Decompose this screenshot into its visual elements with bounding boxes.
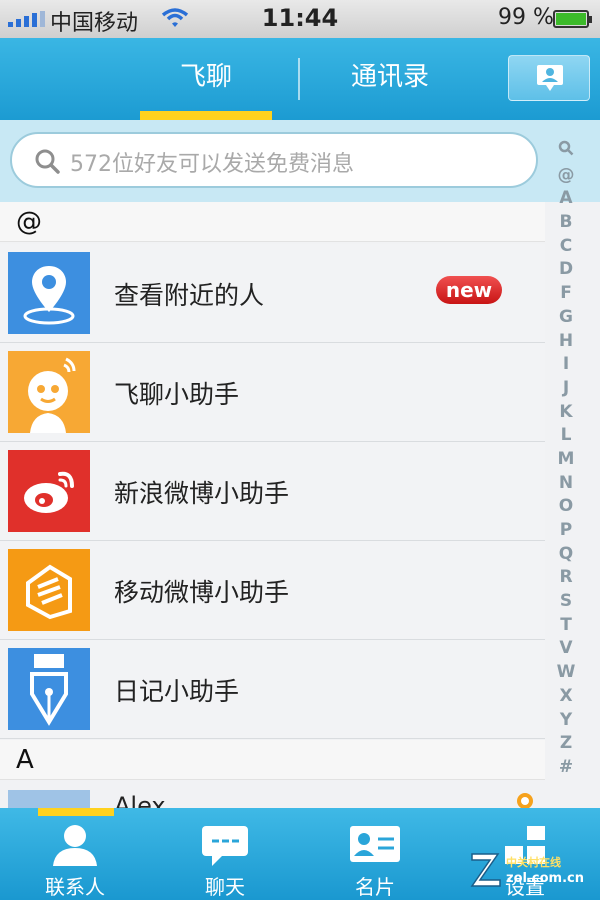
index-search-icon[interactable]	[553, 140, 579, 164]
chat-bubble-icon	[202, 826, 248, 866]
list-item-label: 飞聊小助手	[114, 380, 240, 409]
index-letter[interactable]: F	[553, 282, 579, 306]
mobile-weibo-icon	[8, 549, 90, 631]
index-letter[interactable]: L	[553, 424, 579, 448]
active-tab-indicator	[38, 808, 114, 816]
header-bar: 飞聊 通讯录	[0, 38, 600, 120]
index-letter[interactable]: I	[553, 353, 579, 377]
index-letter[interactable]: K	[553, 401, 579, 425]
tab-chat[interactable]: 聊天	[150, 808, 300, 900]
index-letter[interactable]: N	[553, 472, 579, 496]
active-tab-indicator	[140, 111, 272, 120]
zol-watermark: 中关村在线 zol.com.cn	[470, 850, 595, 890]
index-letter[interactable]: T	[553, 614, 579, 638]
person-icon	[53, 825, 97, 866]
index-letter[interactable]: #	[553, 756, 579, 780]
list-item-alex[interactable]: Alex	[0, 782, 545, 808]
index-letter[interactable]: R	[553, 566, 579, 590]
new-badge: new	[436, 276, 502, 304]
tab-business-card[interactable]: 名片	[300, 808, 450, 900]
weibo-icon	[8, 450, 90, 532]
section-header-a: A	[0, 740, 545, 780]
index-letter[interactable]: Z	[553, 732, 579, 756]
index-letter[interactable]: P	[553, 519, 579, 543]
index-letter[interactable]: M	[553, 448, 579, 472]
battery-percent: 99 %	[498, 5, 554, 30]
battery-icon	[553, 10, 592, 28]
list-item-label: 移动微博小助手	[114, 578, 290, 607]
tab-divider	[298, 58, 300, 100]
search-placeholder: 572位好友可以发送免费消息	[70, 152, 354, 177]
list-item-feiliao-assistant[interactable]: 飞聊小助手	[0, 343, 545, 442]
avatar	[8, 790, 90, 808]
list-item-label: 新浪微博小助手	[114, 479, 290, 508]
index-letter[interactable]: O	[553, 495, 579, 519]
index-letter[interactable]: Q	[553, 543, 579, 567]
list-item-sina-weibo-assistant[interactable]: 新浪微博小助手	[0, 442, 545, 541]
index-letter[interactable]: A	[553, 187, 579, 211]
tab-feiliao[interactable]: 飞聊	[140, 52, 272, 102]
index-letter[interactable]: D	[553, 258, 579, 282]
pen-nib-icon	[8, 648, 90, 730]
watermark-line1: 中关村在线	[506, 855, 561, 869]
status-bar: 中国移动 11:44 99 %	[0, 0, 600, 38]
list-item-mobile-weibo-assistant[interactable]: 移动微博小助手	[0, 541, 545, 640]
list-item-label: 查看附近的人	[114, 281, 265, 310]
profile-card-button[interactable]	[508, 55, 590, 101]
list-item-diary-assistant[interactable]: 日记小助手	[0, 640, 545, 739]
index-letter[interactable]: B	[553, 211, 579, 235]
index-letter[interactable]: H	[553, 330, 579, 354]
tab-label: 聊天	[205, 875, 245, 899]
search-bar: 572位好友可以发送免费消息	[0, 120, 600, 202]
contact-list[interactable]: @ 查看附近的人 new 飞聊小助手 新浪微博小助手 移动微博小助手 日记小助手…	[0, 202, 600, 808]
robot-icon	[8, 351, 90, 433]
index-letter[interactable]: C	[553, 235, 579, 259]
business-card-icon	[350, 826, 400, 862]
search-input[interactable]: 572位好友可以发送免费消息	[10, 132, 538, 188]
list-item-label: Alex	[114, 792, 166, 808]
index-letter[interactable]: @	[553, 164, 579, 188]
index-letter[interactable]: Y	[553, 709, 579, 733]
index-letter[interactable]: S	[553, 590, 579, 614]
index-letter[interactable]: X	[553, 685, 579, 709]
tab-label: 联系人	[45, 875, 105, 899]
index-letter[interactable]: G	[553, 306, 579, 330]
tab-contacts-bottom[interactable]: 联系人	[0, 808, 150, 900]
zol-logo-icon: 中关村在线 zol.com.cn	[470, 853, 584, 887]
tab-label: 名片	[355, 875, 395, 899]
index-letter[interactable]: W	[553, 661, 579, 685]
watermark-line2: zol.com.cn	[506, 871, 584, 886]
list-item-nearby-people[interactable]: 查看附近的人 new	[0, 244, 545, 343]
index-letter[interactable]: V	[553, 637, 579, 661]
alphabet-index[interactable]: @ A B C D F G H I J K L M N O P Q R S T V W X Y Z #	[553, 140, 579, 780]
location-pin-icon	[8, 252, 90, 334]
status-dot-icon	[517, 793, 533, 808]
tab-contacts[interactable]: 通讯录	[310, 52, 470, 102]
section-header-at: @	[0, 202, 545, 242]
list-item-label: 日记小助手	[114, 677, 240, 706]
index-letter[interactable]: J	[553, 377, 579, 401]
search-icon	[35, 149, 60, 174]
contact-card-icon	[537, 65, 563, 91]
